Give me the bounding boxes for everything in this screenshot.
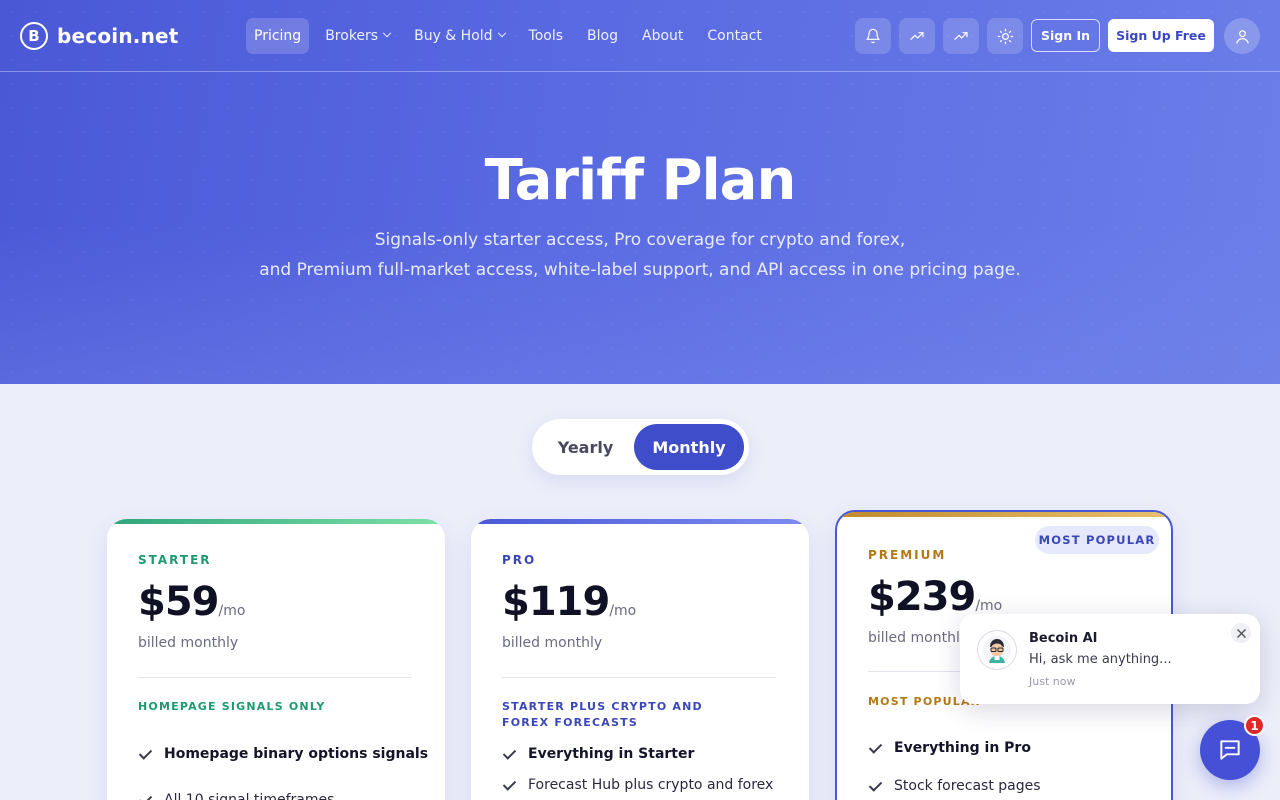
check-icon xyxy=(138,747,153,762)
feature-item: Stock forecast pages xyxy=(868,778,1041,794)
chat-message: Hi, ask me anything... xyxy=(1029,652,1172,667)
nav-brokers[interactable]: Brokers xyxy=(317,18,398,54)
chevron-down-icon xyxy=(382,28,392,38)
plan-period: /mo xyxy=(218,603,246,619)
forecasts-button[interactable] xyxy=(943,18,979,54)
trending-up-icon xyxy=(910,32,924,40)
user-icon xyxy=(1235,29,1249,44)
nav-about-label: About xyxy=(642,28,684,44)
logo[interactable]: B becoin.net xyxy=(20,22,179,50)
sign-in-button[interactable]: Sign In xyxy=(1031,19,1100,52)
nav-contact[interactable]: Contact xyxy=(699,18,769,54)
nav-blog[interactable]: Blog xyxy=(579,18,626,54)
plan-tier: STARTER xyxy=(138,553,212,567)
assistant-avatar-icon xyxy=(983,636,1011,664)
feature-text: Everything in Starter xyxy=(528,746,695,762)
sign-up-button[interactable]: Sign Up Free xyxy=(1108,19,1214,52)
plan-price-row: $119/mo xyxy=(502,579,636,625)
nav-about[interactable]: About xyxy=(634,18,691,54)
plan-billing-note: billed monthly xyxy=(502,635,603,651)
logo-text: becoin.net xyxy=(57,24,179,48)
signals-button[interactable] xyxy=(899,18,935,54)
feature-text: Stock forecast pages xyxy=(894,778,1041,794)
feature-item: Everything in Pro xyxy=(868,740,1031,756)
main-nav: Pricing Brokers Buy & Hold Tools Blog Ab… xyxy=(246,18,778,54)
page-title: Tariff Plan xyxy=(484,148,797,213)
plan-summary-label: STARTER PLUS CRYPTO AND FOREX FORECASTS xyxy=(502,700,703,729)
notifications-button[interactable] xyxy=(855,18,891,54)
chat-bubble-icon xyxy=(1220,740,1240,760)
feature-item: All 10 signal timeframes xyxy=(138,792,334,800)
check-icon xyxy=(138,793,153,800)
plan-billing-note: billed monthly xyxy=(138,635,239,651)
unread-count-badge: 1 xyxy=(1244,715,1265,736)
trending-up-icon xyxy=(954,32,968,40)
chat-sender-name: Becoin AI xyxy=(1029,631,1098,646)
chat-popup[interactable]: Becoin AI Hi, ask me anything... Just no… xyxy=(960,614,1260,704)
chat-timestamp: Just now xyxy=(1029,675,1076,688)
user-menu-button[interactable] xyxy=(1224,18,1260,54)
nav-contact-label: Contact xyxy=(707,28,762,44)
check-icon xyxy=(868,741,883,756)
nav-tools-label: Tools xyxy=(528,28,564,44)
nav-tools[interactable]: Tools xyxy=(521,18,572,54)
plan-period: /mo xyxy=(975,598,1003,614)
close-icon xyxy=(1236,628,1246,638)
logo-mark: B xyxy=(20,22,48,50)
billing-monthly-option[interactable]: Monthly xyxy=(634,424,744,470)
nav-pricing[interactable]: Pricing xyxy=(246,18,310,54)
feature-text: Forecast Hub plus crypto and forex xyxy=(528,777,774,793)
chevron-down-icon xyxy=(497,28,506,38)
plan-card-starter: STARTER $59/mo billed monthly HOMEPAGE S… xyxy=(107,519,445,800)
check-icon xyxy=(502,778,517,793)
plan-tier: PREMIUM xyxy=(868,548,947,562)
bell-icon xyxy=(866,28,880,44)
divider xyxy=(502,677,776,678)
sun-icon xyxy=(997,28,1013,44)
plan-price: $119 xyxy=(502,579,610,625)
billing-yearly-option[interactable]: Yearly xyxy=(537,424,634,470)
feature-text: All 10 signal timeframes xyxy=(164,792,335,800)
divider xyxy=(138,677,412,678)
hero-section: B becoin.net Pricing Brokers Buy & Hold … xyxy=(0,0,1280,384)
nav-blog-label: Blog xyxy=(587,28,618,44)
hero-subtitle-line2: and Premium full-market access, white-la… xyxy=(259,260,1021,280)
feature-item: Forecast Hub plus crypto and forex xyxy=(502,777,773,793)
plan-price-row: $59/mo xyxy=(138,579,245,625)
most-popular-badge: MOST POPULAR xyxy=(1035,526,1159,554)
check-icon xyxy=(868,779,883,794)
plan-tier: PRO xyxy=(502,553,537,567)
nav-pricing-label: Pricing xyxy=(254,28,302,44)
nav-buy-hold-label: Buy & Hold xyxy=(414,28,493,44)
hero-subtitle-line1: Signals-only starter access, Pro coverag… xyxy=(374,230,906,250)
billing-toggle: Yearly Monthly xyxy=(532,419,749,475)
feature-item: Homepage binary options signals xyxy=(138,746,428,762)
card-accent-bar xyxy=(107,519,445,524)
theme-toggle-button[interactable] xyxy=(987,18,1023,54)
plan-summary-label: HOMEPAGE SIGNALS ONLY xyxy=(138,700,326,713)
nav-brokers-label: Brokers xyxy=(325,28,379,44)
feature-text: Homepage binary options signals xyxy=(164,746,429,762)
assistant-avatar xyxy=(977,630,1017,670)
card-accent-bar xyxy=(471,519,809,524)
check-icon xyxy=(502,747,517,762)
nav-buy-hold[interactable]: Buy & Hold xyxy=(406,18,512,54)
feature-text: Everything in Pro xyxy=(894,740,1031,756)
plan-card-pro: PRO $119/mo billed monthly STARTER PLUS … xyxy=(471,519,809,800)
plan-price: $239 xyxy=(868,574,976,620)
plan-period: /mo xyxy=(609,603,637,619)
plan-price: $59 xyxy=(138,579,219,625)
plan-billing-note: billed monthly xyxy=(868,630,969,646)
feature-item: Everything in Starter xyxy=(502,746,694,762)
top-navbar: B becoin.net Pricing Brokers Buy & Hold … xyxy=(0,0,1280,72)
chat-close-button[interactable] xyxy=(1231,623,1251,643)
card-accent-bar xyxy=(837,512,1171,517)
